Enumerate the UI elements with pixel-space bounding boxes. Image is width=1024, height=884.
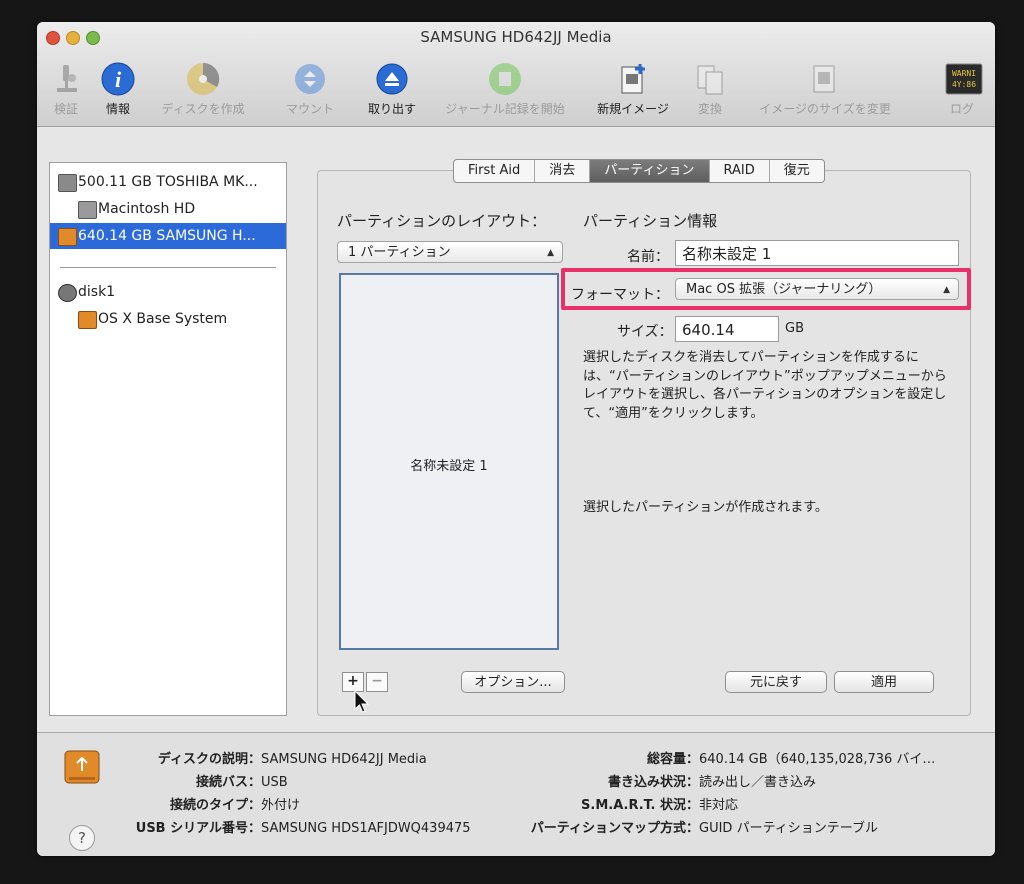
- tab-raid[interactable]: RAID: [710, 160, 770, 182]
- mouse-cursor-icon: [354, 690, 370, 713]
- options-button[interactable]: オプション...: [461, 671, 565, 693]
- info-icon: i: [101, 62, 135, 96]
- convert-icon: [693, 62, 727, 96]
- sidebar-item-macintosh-hd[interactable]: Macintosh HD: [50, 196, 286, 222]
- toolbar: SAMSUNG HD642JJ Media 検証 i 情報 ディスクを作成 マウ…: [37, 22, 995, 127]
- footer-smart-status: S.M.A.R.T. 状況：非対応: [581, 798, 739, 813]
- help-button[interactable]: ?: [69, 825, 95, 851]
- window-title: SAMSUNG HD642JJ Media: [420, 28, 612, 46]
- new-image-button[interactable]: 新規イメージ: [589, 62, 677, 117]
- svg-text:4Y:86: 4Y:86: [952, 80, 976, 89]
- eject-icon: [375, 62, 409, 96]
- partition-instructions: 選択したディスクを消去してパーティションを作成するには、“パーティションのレイア…: [583, 350, 947, 421]
- partition-size-field[interactable]: 640.14: [675, 316, 779, 342]
- partition-map-label: 名称未設定 1: [410, 459, 488, 474]
- sidebar-item-disk1[interactable]: disk1: [50, 279, 286, 305]
- disk-utility-window: SAMSUNG HD642JJ Media 検証 i 情報 ディスクを作成 マウ…: [37, 22, 995, 856]
- volume-icon: [78, 201, 97, 219]
- partition-info-heading: パーティション情報: [583, 212, 718, 230]
- footer-connection-bus: 接続バス：USB: [195, 775, 288, 790]
- microscope-icon: [49, 62, 83, 96]
- footer-write-status: 書き込み状況：読み出し／書き込み: [607, 775, 817, 790]
- log-icon: WARNI 4Y:86: [945, 62, 983, 96]
- resize-image-button[interactable]: イメージのサイズを変更: [746, 62, 904, 117]
- partition-status: 選択したパーティションが作成されます。: [583, 500, 828, 515]
- svg-text:WARNI: WARNI: [952, 69, 976, 78]
- footer-partition-map-scheme: パーティションマップ方式：GUID パーティションテーブル: [530, 821, 879, 836]
- log-button[interactable]: WARNI 4Y:86 ログ: [942, 62, 983, 117]
- partition-layout-popup[interactable]: 1 パーティション ▲: [337, 241, 563, 263]
- disk-info-footer: ディスクの説明：SAMSUNG HD642JJ Media 接続バス：USB 接…: [37, 732, 995, 856]
- sidebar-item-os-x-base-system[interactable]: OS X Base System: [50, 306, 286, 332]
- sidebar-item-toshiba-disk[interactable]: 500.11 GB TOSHIBA MK...: [50, 169, 286, 195]
- eject-button[interactable]: 取り出す: [363, 62, 421, 117]
- tab-first-aid[interactable]: First Aid: [454, 160, 536, 182]
- partition-name-field[interactable]: 名称未設定 1: [675, 240, 959, 266]
- sidebar-item-samsung-disk[interactable]: 640.14 GB SAMSUNG H...: [50, 223, 286, 249]
- revert-button[interactable]: 元に戻す: [725, 671, 827, 693]
- svg-text:i: i: [115, 67, 122, 92]
- add-partition-button[interactable]: +: [342, 672, 364, 692]
- journal-icon: [488, 62, 522, 96]
- burn-button[interactable]: ディスクを作成: [151, 62, 255, 117]
- format-highlight-box: [561, 268, 971, 310]
- disc-icon: [58, 284, 77, 302]
- apply-button[interactable]: 適用: [834, 671, 934, 693]
- size-label: サイズ：: [617, 324, 673, 340]
- info-button[interactable]: i 情報: [101, 62, 135, 117]
- size-unit: GB: [785, 321, 804, 336]
- usb-drive-icon: [58, 228, 77, 246]
- partition-layout-heading: パーティションのレイアウト：: [337, 212, 547, 230]
- sidebar-divider: [60, 267, 276, 268]
- verify-button[interactable]: 検証: [49, 62, 83, 117]
- partition-map[interactable]: 名称未設定 1: [339, 273, 559, 650]
- remove-partition-button[interactable]: −: [366, 672, 388, 692]
- burn-icon: [186, 62, 220, 96]
- mount-button[interactable]: マウント: [281, 62, 339, 117]
- tab-partition[interactable]: パーティション: [590, 160, 710, 182]
- footer-connection-type: 接続のタイプ：外付け: [169, 798, 301, 813]
- volume-icon: [78, 311, 97, 329]
- usb-drive-icon: [64, 750, 100, 784]
- hard-drive-icon: [58, 174, 77, 192]
- mount-icon: [293, 62, 327, 96]
- disk-list-sidebar[interactable]: 500.11 GB TOSHIBA MK... Macintosh HD 640…: [49, 162, 287, 716]
- tab-bar: First Aid 消去 パーティション RAID 復元: [453, 159, 825, 183]
- enable-journaling-button[interactable]: ジャーナル記録を開始: [435, 62, 575, 117]
- footer-disk-description: ディスクの説明：SAMSUNG HD642JJ Media: [157, 752, 427, 767]
- convert-button[interactable]: 変換: [690, 62, 730, 117]
- footer-usb-serial: USB シリアル番号：SAMSUNG HDS1AFJDWQ439475: [135, 821, 471, 836]
- popup-arrows-icon: ▲: [547, 248, 554, 258]
- footer-capacity: 総容量：640.14 GB（640,135,028,736 バイ…: [646, 752, 936, 767]
- resize-image-icon: [808, 62, 842, 96]
- name-label: 名前：: [627, 249, 669, 265]
- tab-restore[interactable]: 復元: [770, 160, 824, 182]
- new-image-icon: [616, 62, 650, 96]
- tab-erase[interactable]: 消去: [535, 160, 591, 182]
